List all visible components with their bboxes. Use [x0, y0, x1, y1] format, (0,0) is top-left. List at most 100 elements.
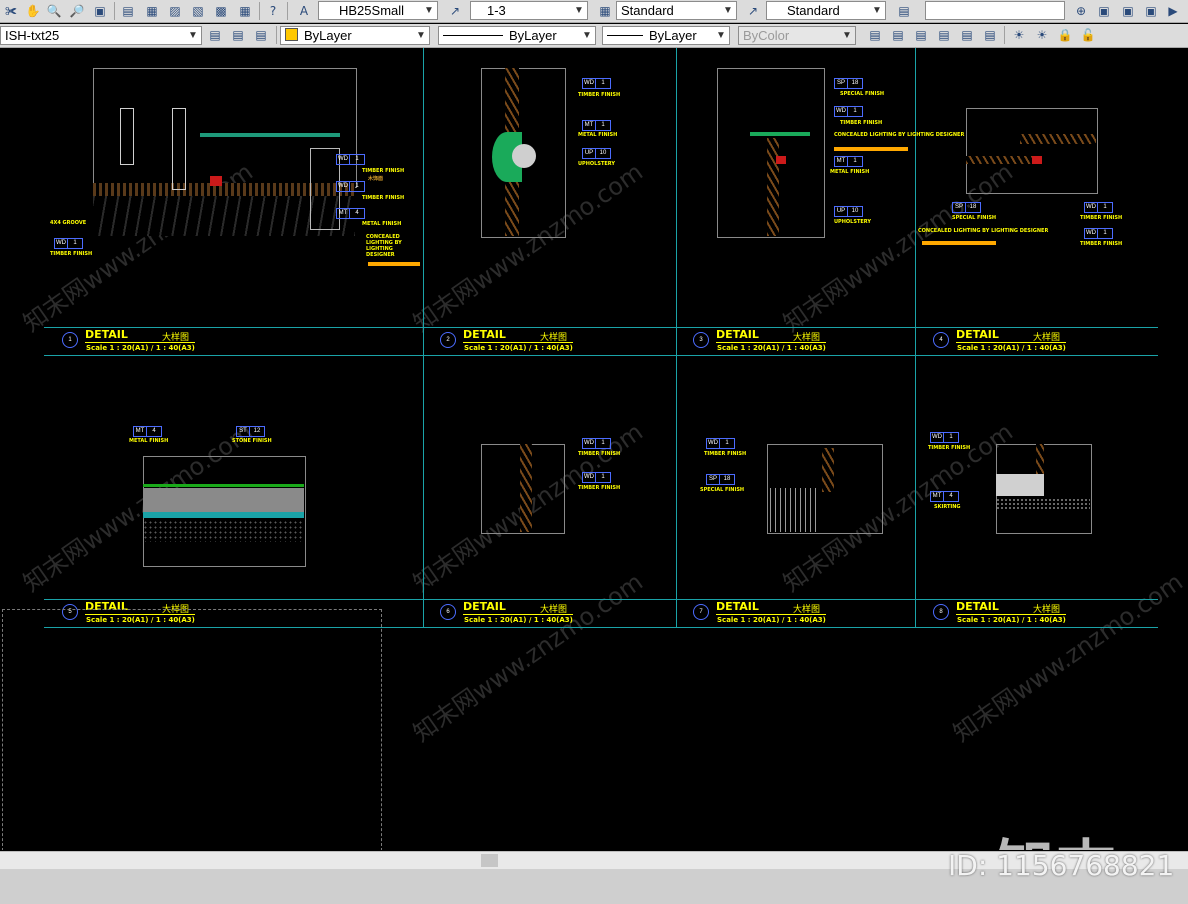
pan-icon[interactable]: ✀ [2, 2, 20, 20]
new-viewport-icon[interactable]: ⊕ [1072, 2, 1090, 20]
detail-number: 1 [62, 332, 78, 348]
layer-change-icon[interactable]: ▤ [935, 26, 953, 44]
drawing-frame [966, 108, 1098, 194]
note: TIMBER FINISH [578, 92, 621, 98]
watermark-brand: 知末 [994, 820, 1118, 850]
note: CONCEALED LIGHTING BY LIGHTING DESIGNER [366, 234, 402, 258]
tool-palettes-icon[interactable]: ▨ [166, 2, 184, 20]
light-fixture [776, 156, 786, 164]
lineweight-select[interactable]: ByLayer ▼ [602, 26, 730, 45]
note: STONE FINISH [232, 438, 272, 444]
zoom-realtime-icon[interactable]: 🔍 [45, 2, 63, 20]
detail-number: 8 [933, 604, 949, 620]
toolbar-overflow-icon[interactable]: ▶ [1166, 2, 1180, 20]
detail-scale: Scale 1 : 20(A1) / 1 : 40(A3) [464, 344, 573, 352]
light-fixture [1032, 156, 1042, 164]
note: TIMBER FINISH [840, 120, 883, 126]
text-style-select[interactable]: HB25Small ▼ [318, 1, 438, 20]
tag-mt-4: MT 4 [930, 491, 959, 502]
layer-freeze-icon[interactable]: ☀ [1033, 26, 1051, 44]
detail-scale: Scale 1 : 20(A1) / 1 : 40(A3) [464, 616, 573, 624]
detail-scale: Scale 1 : 20(A1) / 1 : 40(A3) [957, 344, 1066, 352]
ceiling-section [966, 156, 1032, 164]
search-input[interactable] [925, 1, 1065, 20]
calculator-icon[interactable]: ▦ [236, 2, 254, 20]
multileader-style-value: Standard [787, 3, 840, 18]
layer-previous-icon[interactable]: ▤ [229, 26, 247, 44]
light-fixture [210, 176, 222, 186]
skirting-block [996, 474, 1044, 496]
note: SPECIAL FINISH [840, 91, 885, 97]
detail-title: DETAIL [716, 600, 759, 613]
chevron-down-icon: ▼ [872, 5, 882, 16]
sheet-set-icon[interactable]: ▧ [189, 2, 207, 20]
layer-unisolate-icon[interactable]: ▤ [889, 26, 907, 44]
design-center-icon[interactable]: ▦ [143, 2, 161, 20]
linetype-preview [443, 35, 503, 36]
note: TIMBER FINISH [50, 251, 93, 257]
markup-icon[interactable]: ▩ [212, 2, 230, 20]
screed-layer [143, 512, 304, 518]
detail-title: DETAIL [463, 328, 506, 341]
floor-layer [143, 484, 304, 487]
text-style-icon: A [299, 4, 309, 18]
walk-icon[interactable]: ▣ [1142, 2, 1160, 20]
linetype-select[interactable]: ByLayer ▼ [438, 26, 596, 45]
camera-icon[interactable]: ▣ [1119, 2, 1137, 20]
multileader-style-select[interactable]: Standard ▼ [766, 1, 886, 20]
tag-mt-1: MT 1 [582, 120, 611, 131]
scrollbar-thumb[interactable] [481, 854, 498, 867]
tag-wd-1: WD 1 [582, 78, 611, 89]
layer-properties-icon[interactable]: ▤ [895, 2, 913, 20]
make-current-layer-icon[interactable]: ▤ [206, 26, 224, 44]
tag-wd-1: WD 1 [582, 472, 611, 483]
tag-wd-1: WD 1 [930, 432, 959, 443]
watermark-text: 知末网www.znzmo.com [948, 567, 1188, 748]
chevron-down-icon: ▼ [723, 5, 733, 16]
layer-unlock-icon[interactable]: 🔓 [1079, 26, 1097, 44]
layer-off-icon[interactable]: ☀ [1010, 26, 1028, 44]
zoom-previous-icon[interactable]: ▣ [91, 2, 109, 20]
layer-match-icon[interactable]: ▤ [912, 26, 930, 44]
note: TIMBER FINISH [1080, 241, 1123, 247]
color-swatch [285, 28, 298, 41]
detail-number: 3 [693, 332, 709, 348]
grid-vline [423, 48, 424, 627]
note: TIMBER FINISH [928, 445, 971, 451]
properties-icon[interactable]: ▤ [119, 2, 137, 20]
tag-mt-4: MT 4 [336, 208, 365, 219]
named-views-icon[interactable]: ▣ [1095, 2, 1113, 20]
note: CONCEALED LIGHTING BY LIGHTING DESIGNER [918, 228, 1049, 234]
ceiling-layer [200, 133, 340, 137]
note: METAL FINISH [129, 438, 169, 444]
layer-state-icon[interactable]: ▤ [252, 26, 270, 44]
layer-select[interactable]: ISH-txt25 ▼ [0, 26, 202, 45]
color-select[interactable]: ByLayer ▼ [280, 26, 430, 45]
layer-lock-icon[interactable]: 🔒 [1056, 26, 1074, 44]
drawing-canvas[interactable]: 知末网www.znzmo.com 知末网www.znzmo.com 知末网www… [0, 48, 1188, 850]
stone-layer [143, 488, 304, 512]
detail-title: DETAIL [463, 600, 506, 613]
detail-scale: Scale 1 : 20(A1) / 1 : 40(A3) [717, 344, 826, 352]
tag-wd-1: WD 1 [834, 106, 863, 117]
tag-wd-1: WD 1 [336, 181, 365, 192]
lineweight-preview [607, 35, 643, 36]
tag-wd-1: WD 1 [1084, 228, 1113, 239]
table-style-select[interactable]: Standard ▼ [616, 1, 737, 20]
dim-style-select[interactable]: 1-3 ▼ [470, 1, 588, 20]
layer-walk-icon[interactable]: ▤ [958, 26, 976, 44]
layer-isolate-icon[interactable]: ▤ [866, 26, 884, 44]
chevron-down-icon: ▼ [416, 30, 426, 41]
zoom-window-icon[interactable]: 🔎 [68, 2, 86, 20]
viewport-boundary[interactable] [2, 609, 382, 850]
chevron-down-icon: ▼ [574, 5, 584, 16]
note: CONCEALED LIGHTING BY LIGHTING DESIGNER [834, 132, 965, 138]
chevron-down-icon: ▼ [716, 30, 726, 41]
layer-merge-icon[interactable]: ▤ [981, 26, 999, 44]
detail-title: DETAIL [956, 600, 999, 613]
hand-pan-icon[interactable]: ✋ [24, 2, 42, 20]
help-icon[interactable]: ? [264, 2, 282, 20]
highlight-bar [834, 147, 908, 151]
note: UPHOLSTERY [578, 161, 615, 167]
detail-scale: Scale 1 : 20(A1) / 1 : 40(A3) [86, 344, 195, 352]
